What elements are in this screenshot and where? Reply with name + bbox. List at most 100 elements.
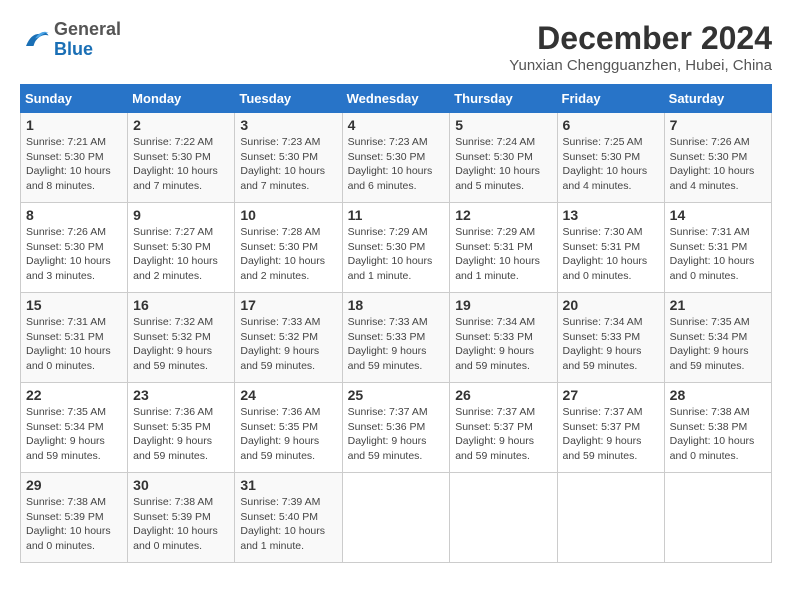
calendar-cell: 5 Sunrise: 7:24 AMSunset: 5:30 PMDayligh… bbox=[450, 113, 557, 203]
calendar-cell: 27 Sunrise: 7:37 AMSunset: 5:37 PMDaylig… bbox=[557, 383, 664, 473]
calendar-cell: 3 Sunrise: 7:23 AMSunset: 5:30 PMDayligh… bbox=[235, 113, 342, 203]
day-detail: Sunrise: 7:32 AMSunset: 5:32 PMDaylight:… bbox=[133, 316, 213, 372]
day-detail: Sunrise: 7:36 AMSunset: 5:35 PMDaylight:… bbox=[133, 406, 213, 462]
day-detail: Sunrise: 7:38 AMSunset: 5:39 PMDaylight:… bbox=[26, 496, 111, 552]
day-number: 22 bbox=[26, 387, 122, 403]
day-number: 20 bbox=[563, 297, 659, 313]
day-detail: Sunrise: 7:28 AMSunset: 5:30 PMDaylight:… bbox=[240, 226, 325, 282]
day-detail: Sunrise: 7:35 AMSunset: 5:34 PMDaylight:… bbox=[26, 406, 106, 462]
calendar-cell: 26 Sunrise: 7:37 AMSunset: 5:37 PMDaylig… bbox=[450, 383, 557, 473]
logo: General Blue bbox=[20, 20, 121, 60]
calendar-week-row: 1 Sunrise: 7:21 AMSunset: 5:30 PMDayligh… bbox=[21, 113, 772, 203]
day-detail: Sunrise: 7:27 AMSunset: 5:30 PMDaylight:… bbox=[133, 226, 218, 282]
day-number: 15 bbox=[26, 297, 122, 313]
day-detail: Sunrise: 7:30 AMSunset: 5:31 PMDaylight:… bbox=[563, 226, 648, 282]
calendar-cell: 1 Sunrise: 7:21 AMSunset: 5:30 PMDayligh… bbox=[21, 113, 128, 203]
day-detail: Sunrise: 7:21 AMSunset: 5:30 PMDaylight:… bbox=[26, 136, 111, 192]
day-number: 19 bbox=[455, 297, 551, 313]
calendar-week-row: 22 Sunrise: 7:35 AMSunset: 5:34 PMDaylig… bbox=[21, 383, 772, 473]
day-detail: Sunrise: 7:38 AMSunset: 5:38 PMDaylight:… bbox=[670, 406, 755, 462]
calendar-cell: 30 Sunrise: 7:38 AMSunset: 5:39 PMDaylig… bbox=[128, 473, 235, 563]
day-number: 27 bbox=[563, 387, 659, 403]
header-wednesday: Wednesday bbox=[342, 85, 450, 113]
calendar-week-row: 29 Sunrise: 7:38 AMSunset: 5:39 PMDaylig… bbox=[21, 473, 772, 563]
logo-text: General Blue bbox=[54, 20, 121, 60]
logo-bird-icon bbox=[20, 25, 50, 55]
day-number: 2 bbox=[133, 117, 229, 133]
day-number: 9 bbox=[133, 207, 229, 223]
page-header: General Blue December 2024 Yunxian Cheng… bbox=[20, 20, 772, 74]
calendar-cell: 2 Sunrise: 7:22 AMSunset: 5:30 PMDayligh… bbox=[128, 113, 235, 203]
calendar-cell: 28 Sunrise: 7:38 AMSunset: 5:38 PMDaylig… bbox=[664, 383, 771, 473]
calendar-cell: 31 Sunrise: 7:39 AMSunset: 5:40 PMDaylig… bbox=[235, 473, 342, 563]
day-number: 23 bbox=[133, 387, 229, 403]
day-detail: Sunrise: 7:35 AMSunset: 5:34 PMDaylight:… bbox=[670, 316, 750, 372]
day-detail: Sunrise: 7:33 AMSunset: 5:32 PMDaylight:… bbox=[240, 316, 320, 372]
day-detail: Sunrise: 7:22 AMSunset: 5:30 PMDaylight:… bbox=[133, 136, 218, 192]
header-friday: Friday bbox=[557, 85, 664, 113]
day-detail: Sunrise: 7:37 AMSunset: 5:37 PMDaylight:… bbox=[563, 406, 643, 462]
day-number: 31 bbox=[240, 477, 336, 493]
day-number: 11 bbox=[348, 207, 445, 223]
day-number: 14 bbox=[670, 207, 766, 223]
day-number: 26 bbox=[455, 387, 551, 403]
day-number: 12 bbox=[455, 207, 551, 223]
day-detail: Sunrise: 7:31 AMSunset: 5:31 PMDaylight:… bbox=[670, 226, 755, 282]
calendar-table: Sunday Monday Tuesday Wednesday Thursday… bbox=[20, 84, 772, 563]
day-number: 5 bbox=[455, 117, 551, 133]
calendar-cell: 29 Sunrise: 7:38 AMSunset: 5:39 PMDaylig… bbox=[21, 473, 128, 563]
day-detail: Sunrise: 7:26 AMSunset: 5:30 PMDaylight:… bbox=[26, 226, 111, 282]
location: Yunxian Chengguanzhen, Hubei, China bbox=[509, 57, 772, 74]
calendar-cell: 6 Sunrise: 7:25 AMSunset: 5:30 PMDayligh… bbox=[557, 113, 664, 203]
calendar-cell: 7 Sunrise: 7:26 AMSunset: 5:30 PMDayligh… bbox=[664, 113, 771, 203]
calendar-cell: 21 Sunrise: 7:35 AMSunset: 5:34 PMDaylig… bbox=[664, 293, 771, 383]
day-detail: Sunrise: 7:36 AMSunset: 5:35 PMDaylight:… bbox=[240, 406, 320, 462]
day-detail: Sunrise: 7:24 AMSunset: 5:30 PMDaylight:… bbox=[455, 136, 540, 192]
logo-blue: Blue bbox=[54, 39, 93, 59]
day-detail: Sunrise: 7:33 AMSunset: 5:33 PMDaylight:… bbox=[348, 316, 428, 372]
day-detail: Sunrise: 7:29 AMSunset: 5:31 PMDaylight:… bbox=[455, 226, 540, 282]
header-monday: Monday bbox=[128, 85, 235, 113]
calendar-cell: 23 Sunrise: 7:36 AMSunset: 5:35 PMDaylig… bbox=[128, 383, 235, 473]
day-detail: Sunrise: 7:23 AMSunset: 5:30 PMDaylight:… bbox=[240, 136, 325, 192]
day-number: 21 bbox=[670, 297, 766, 313]
header-saturday: Saturday bbox=[664, 85, 771, 113]
calendar-cell: 10 Sunrise: 7:28 AMSunset: 5:30 PMDaylig… bbox=[235, 203, 342, 293]
day-number: 3 bbox=[240, 117, 336, 133]
day-detail: Sunrise: 7:38 AMSunset: 5:39 PMDaylight:… bbox=[133, 496, 218, 552]
calendar-cell: 9 Sunrise: 7:27 AMSunset: 5:30 PMDayligh… bbox=[128, 203, 235, 293]
day-detail: Sunrise: 7:23 AMSunset: 5:30 PMDaylight:… bbox=[348, 136, 433, 192]
day-number: 24 bbox=[240, 387, 336, 403]
day-number: 16 bbox=[133, 297, 229, 313]
day-number: 8 bbox=[26, 207, 122, 223]
calendar-cell: 22 Sunrise: 7:35 AMSunset: 5:34 PMDaylig… bbox=[21, 383, 128, 473]
header-tuesday: Tuesday bbox=[235, 85, 342, 113]
calendar-cell: 17 Sunrise: 7:33 AMSunset: 5:32 PMDaylig… bbox=[235, 293, 342, 383]
logo-general: General bbox=[54, 19, 121, 39]
calendar-cell: 24 Sunrise: 7:36 AMSunset: 5:35 PMDaylig… bbox=[235, 383, 342, 473]
header-thursday: Thursday bbox=[450, 85, 557, 113]
day-detail: Sunrise: 7:39 AMSunset: 5:40 PMDaylight:… bbox=[240, 496, 325, 552]
day-number: 1 bbox=[26, 117, 122, 133]
calendar-cell: 4 Sunrise: 7:23 AMSunset: 5:30 PMDayligh… bbox=[342, 113, 450, 203]
calendar-cell: 14 Sunrise: 7:31 AMSunset: 5:31 PMDaylig… bbox=[664, 203, 771, 293]
day-number: 30 bbox=[133, 477, 229, 493]
month-title: December 2024 bbox=[509, 20, 772, 57]
calendar-cell bbox=[664, 473, 771, 563]
day-detail: Sunrise: 7:31 AMSunset: 5:31 PMDaylight:… bbox=[26, 316, 111, 372]
calendar-cell: 18 Sunrise: 7:33 AMSunset: 5:33 PMDaylig… bbox=[342, 293, 450, 383]
calendar-cell bbox=[450, 473, 557, 563]
day-number: 13 bbox=[563, 207, 659, 223]
calendar-cell: 25 Sunrise: 7:37 AMSunset: 5:36 PMDaylig… bbox=[342, 383, 450, 473]
day-number: 6 bbox=[563, 117, 659, 133]
day-number: 4 bbox=[348, 117, 445, 133]
header-sunday: Sunday bbox=[21, 85, 128, 113]
day-detail: Sunrise: 7:34 AMSunset: 5:33 PMDaylight:… bbox=[455, 316, 535, 372]
day-number: 28 bbox=[670, 387, 766, 403]
calendar-week-row: 15 Sunrise: 7:31 AMSunset: 5:31 PMDaylig… bbox=[21, 293, 772, 383]
day-detail: Sunrise: 7:26 AMSunset: 5:30 PMDaylight:… bbox=[670, 136, 755, 192]
calendar-cell: 15 Sunrise: 7:31 AMSunset: 5:31 PMDaylig… bbox=[21, 293, 128, 383]
calendar-cell: 11 Sunrise: 7:29 AMSunset: 5:30 PMDaylig… bbox=[342, 203, 450, 293]
day-number: 18 bbox=[348, 297, 445, 313]
day-detail: Sunrise: 7:34 AMSunset: 5:33 PMDaylight:… bbox=[563, 316, 643, 372]
